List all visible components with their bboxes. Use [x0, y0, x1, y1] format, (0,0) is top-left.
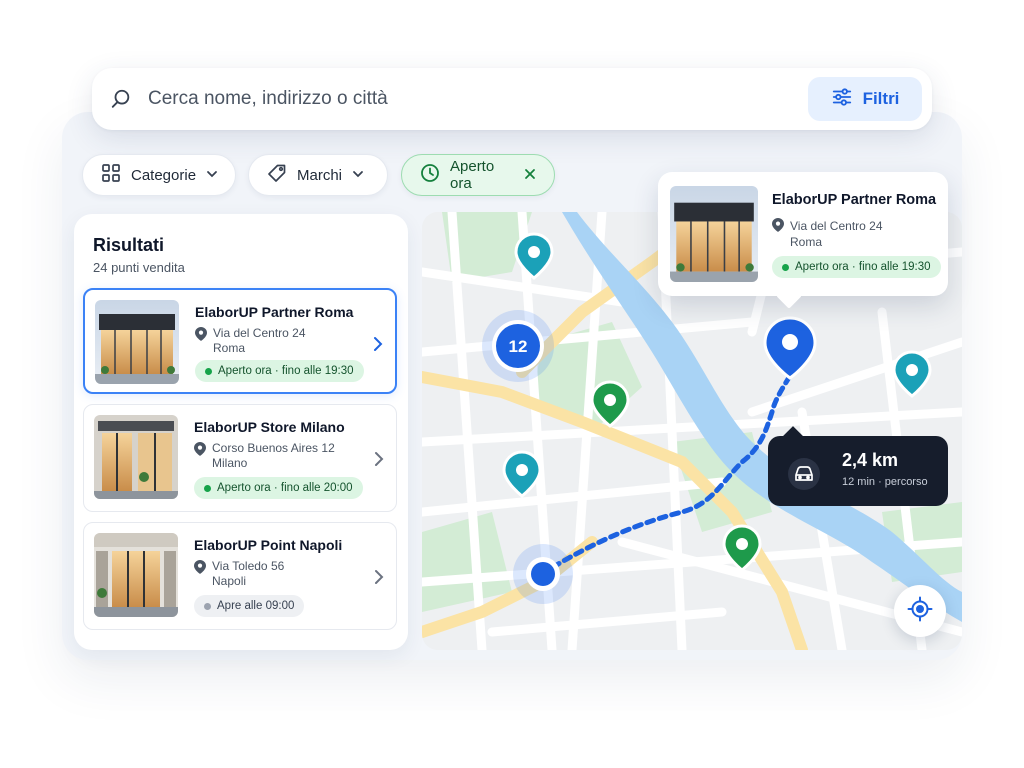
store-photo	[94, 415, 178, 499]
chevron-right-icon	[374, 451, 384, 472]
popup-city: Roma	[790, 235, 823, 249]
chip-brands[interactable]: Marchi	[248, 154, 388, 196]
sliders-icon	[831, 86, 853, 113]
store-street: Via del Centro 24	[213, 326, 306, 340]
chevron-right-icon	[373, 336, 383, 357]
popup-store-name: ElaborUP Partner Roma	[772, 192, 937, 208]
grid-icon	[101, 163, 121, 187]
clock-icon	[420, 163, 440, 187]
car-icon	[788, 458, 820, 490]
close-icon[interactable]	[524, 167, 536, 184]
chevron-down-icon	[352, 167, 364, 184]
store-address: Via Toledo 56 Napoli	[194, 559, 284, 589]
store-city: Napoli	[212, 574, 247, 588]
cluster-marker[interactable]: 12	[482, 310, 554, 382]
store-city: Roma	[213, 341, 246, 355]
results-panel: Risultati 24 punti vendita ElaborUP Part…	[74, 214, 408, 650]
store-name: ElaborUP Partner Roma	[195, 304, 354, 320]
filters-button[interactable]: Filtri	[808, 77, 922, 121]
store-popup[interactable]: ElaborUP Partner Roma Via del Centro 24 …	[658, 172, 948, 296]
store-name: ElaborUP Point Napoli	[194, 537, 343, 553]
locate-me-button[interactable]	[894, 585, 946, 637]
route-distance: 2,4 km	[842, 450, 899, 470]
chip-open-now-label: Aperto ora	[450, 158, 495, 192]
store-photo	[95, 300, 179, 384]
location-pin-icon	[195, 327, 207, 341]
search-input[interactable]	[148, 88, 808, 110]
chip-brands-label: Marchi	[297, 166, 343, 184]
chip-open-now[interactable]: Aperto ora	[401, 154, 555, 196]
store-street: Via Toledo 56	[212, 559, 285, 573]
status-badge: Aperto ora · fino alle 19:30	[195, 360, 364, 382]
popup-status-text: Aperto ora · fino alle 19:30	[795, 261, 931, 273]
popup-address: Via del Centro 24 Roma	[772, 218, 883, 250]
location-pin-icon	[772, 218, 784, 250]
results-count: 24 punti vendita	[93, 260, 185, 275]
store-card-roma[interactable]: ElaborUP Partner Roma Via del Centro 24 …	[83, 288, 397, 394]
store-address: Corso Buenos Aires 12 Milano	[194, 441, 335, 471]
chevron-down-icon	[206, 167, 218, 184]
route-duration: 12 min · percorso	[842, 476, 928, 488]
store-photo	[94, 533, 178, 617]
popup-street: Via del Centro 24	[790, 219, 883, 233]
status-text: Aperto ora · fino alle 19:30	[218, 365, 354, 377]
filters-label: Filtri	[862, 89, 900, 108]
tag-icon	[267, 163, 287, 187]
store-city: Milano	[212, 456, 248, 470]
store-street: Corso Buenos Aires 12	[212, 441, 335, 455]
chevron-right-icon	[374, 569, 384, 590]
store-name: ElaborUP Store Milano	[194, 419, 345, 435]
store-card-milano[interactable]: ElaborUP Store Milano Corso Buenos Aires…	[83, 404, 397, 512]
store-photo	[670, 186, 758, 282]
status-badge: Apre alle 09:00	[194, 595, 305, 617]
status-badge: Aperto ora · fino alle 20:00	[194, 477, 363, 499]
cluster-count: 12	[509, 337, 528, 356]
search-icon	[110, 87, 134, 111]
crosshair-icon	[907, 596, 933, 627]
chip-categories[interactable]: Categorie	[82, 154, 236, 196]
results-title: Risultati	[93, 235, 165, 255]
chip-categories-label: Categorie	[131, 166, 197, 184]
location-pin-icon	[194, 560, 206, 574]
store-address: Via del Centro 24 Roma	[195, 326, 306, 356]
store-card-napoli[interactable]: ElaborUP Point Napoli Via Toledo 56 Napo…	[83, 522, 397, 630]
status-text: Apre alle 09:00	[217, 600, 295, 612]
location-pin-icon	[194, 442, 206, 456]
popup-status-badge: Aperto ora · fino alle 19:30	[772, 256, 941, 278]
search-bar: Filtri	[92, 68, 932, 130]
status-text: Aperto ora · fino alle 20:00	[217, 482, 353, 494]
user-location-marker[interactable]	[513, 544, 573, 604]
route-info-card: 2,4 km 12 min · percorso	[768, 436, 948, 506]
